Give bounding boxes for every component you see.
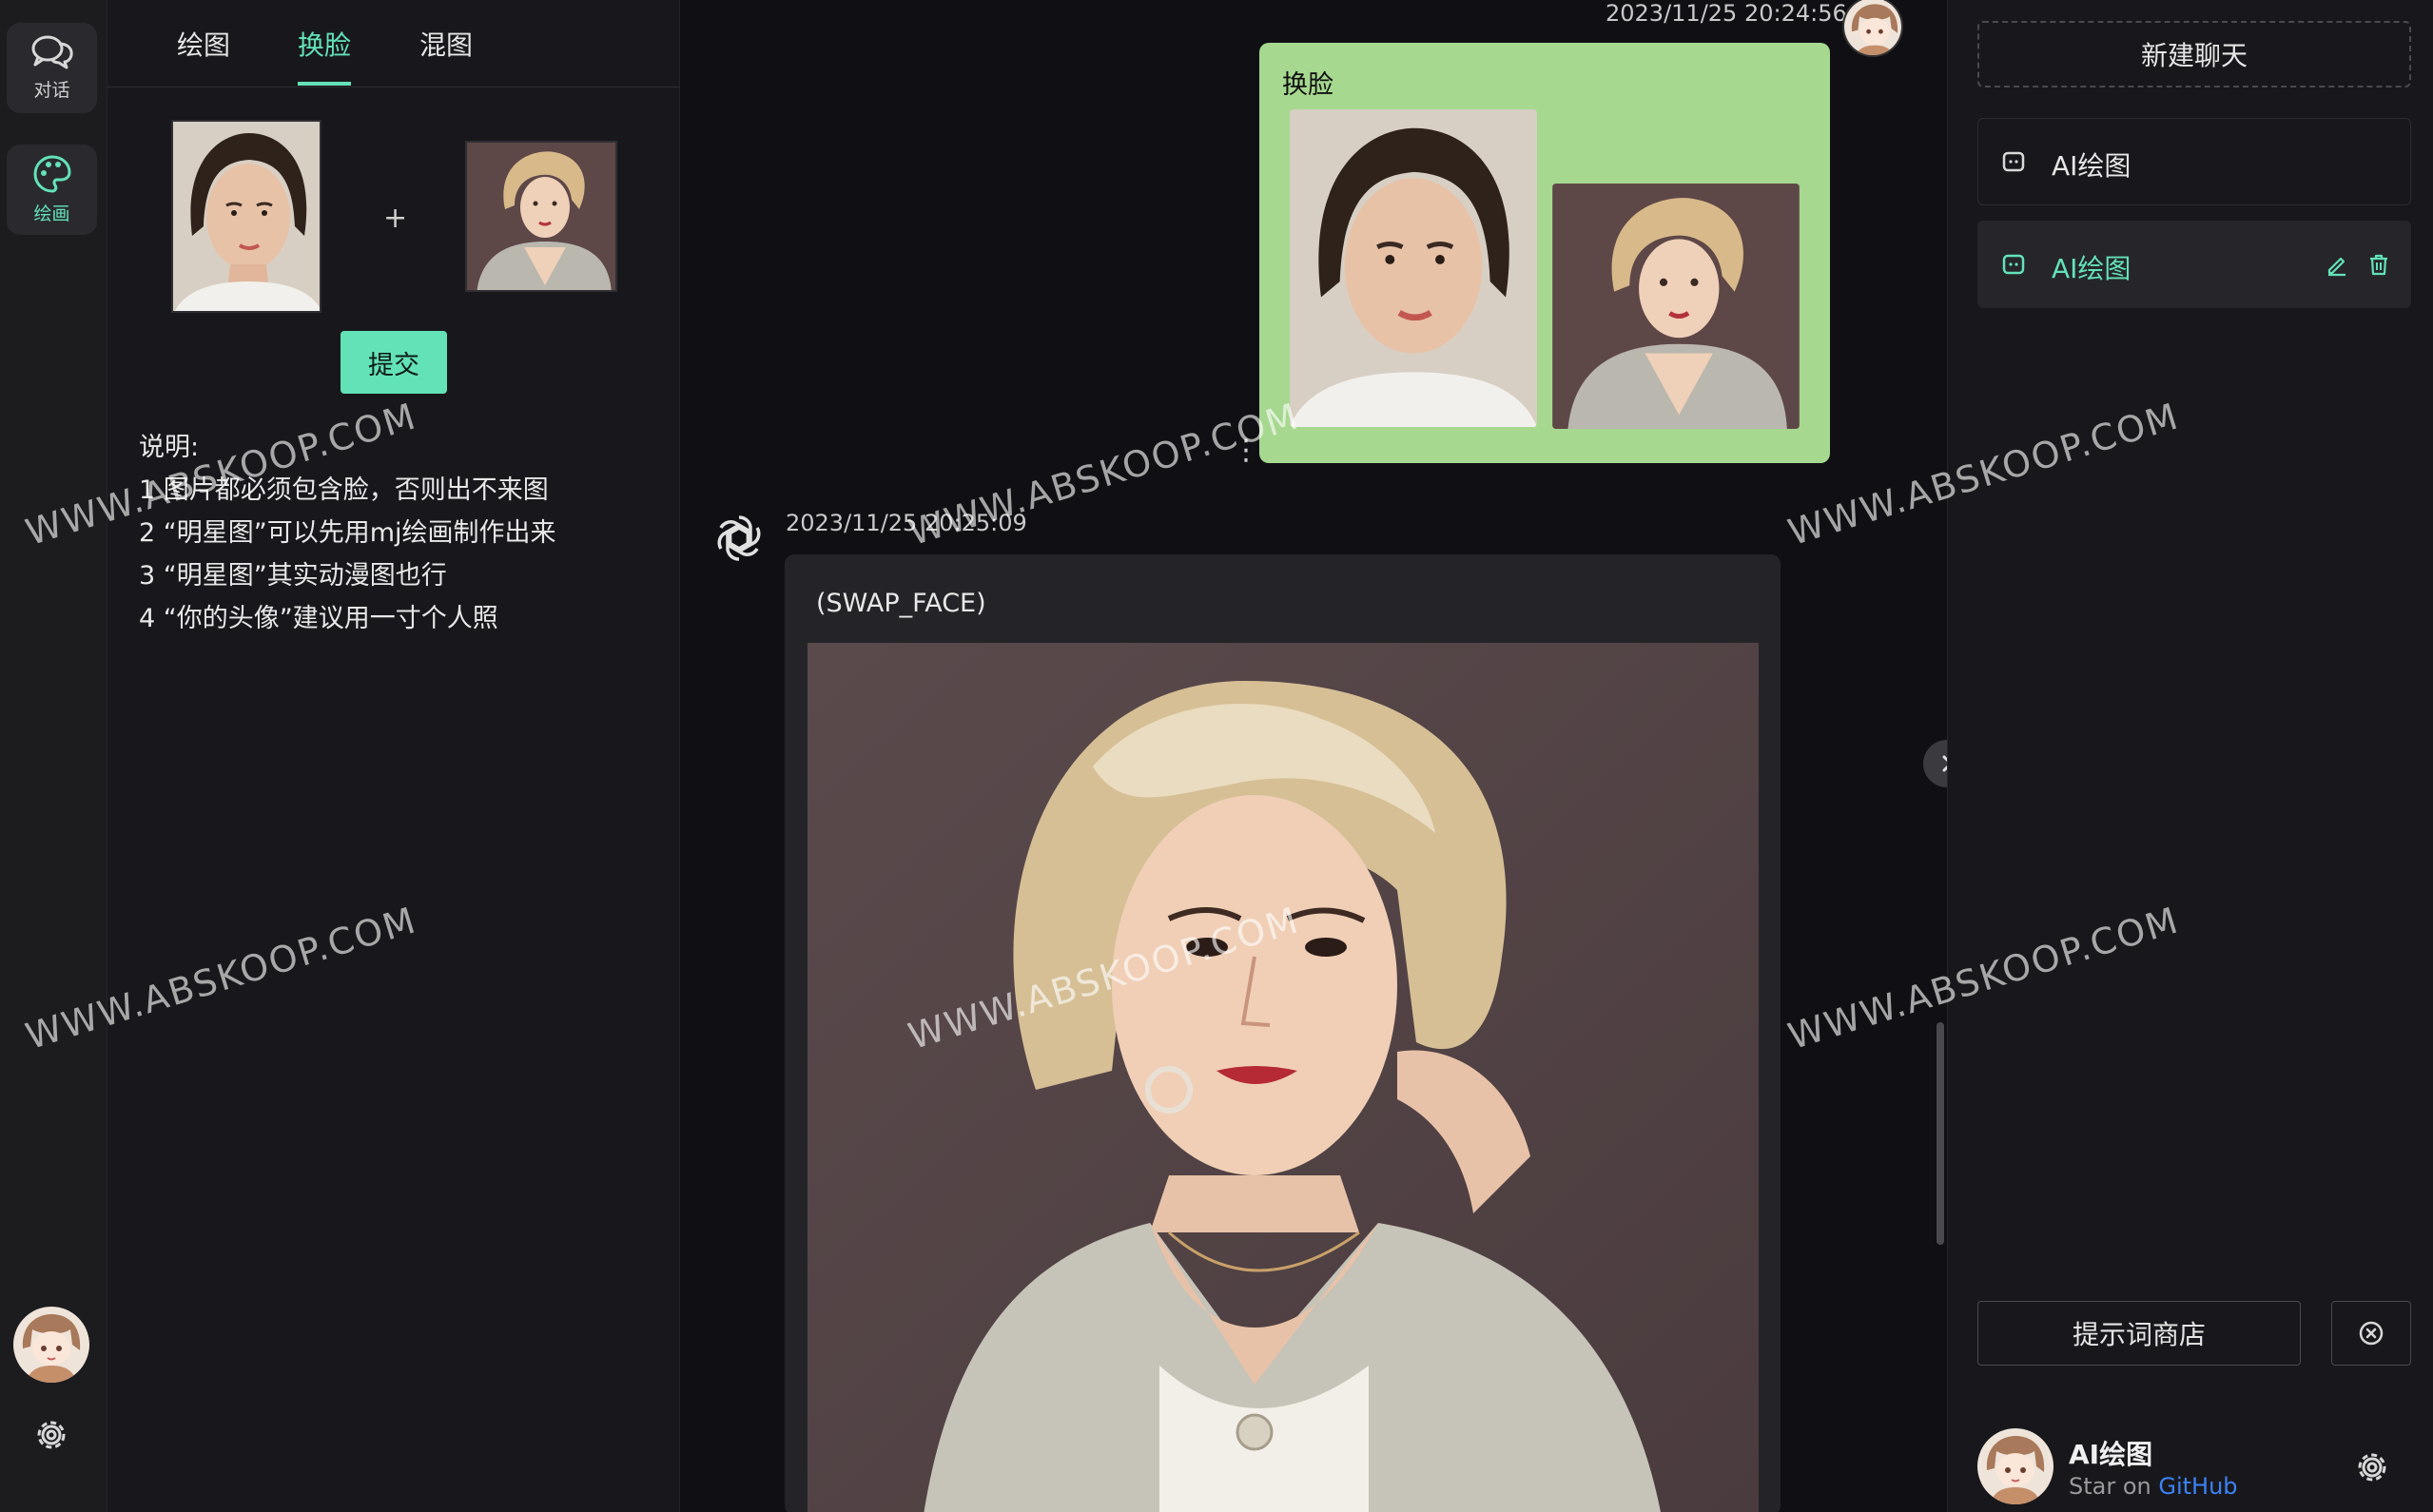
user-message-celebrity-photo[interactable] [1552,184,1800,429]
rail-settings-button[interactable] [33,1417,69,1457]
chat-bubbles-icon [31,35,73,69]
more-options-icon[interactable]: ⋮ [1232,434,1260,467]
tab-face-swap[interactable]: 换脸 [298,25,352,86]
chat-icon [2002,151,2025,172]
your-photo-upload[interactable] [171,120,321,313]
chat-area: 2023/11/25 20:24:56 换脸 ⋮ 2023/11/25 20:2… [680,0,1971,1512]
github-link[interactable]: GitHub [2158,1473,2237,1500]
user-message-text: 换脸 [1282,70,1333,100]
tab-draw[interactable]: 绘图 [177,25,230,82]
rail-chat-button[interactable]: 对话 [7,23,97,113]
palette-icon [32,155,71,193]
bot-message-bubble: (SWAP_FACE) [785,554,1781,1512]
conversation-item[interactable]: AI绘图 [1977,118,2411,205]
clear-button[interactable] [2331,1301,2411,1366]
conversation-sidebar: 新建聊天 AI绘图 AI绘图 提示词商店 AI绘图 Star on GitHub [1947,0,2433,1512]
profile-avatar [1977,1428,2053,1504]
gear-icon [37,1421,66,1449]
user-avatar [1842,0,1903,57]
chat-scrollbar[interactable] [1937,1022,1944,1245]
celebrity-photo-upload[interactable] [465,141,617,292]
tab-blend[interactable]: 混图 [419,25,473,82]
instruction-line: 3 “明星图”其实动漫图也行 [139,561,447,591]
instructions: 说明: 1 图片都必须包含脸，否则出不来图 2 “明星图”可以先用mj绘画制作出… [139,426,556,640]
submit-button[interactable]: 提交 [341,331,447,394]
celebrity-photo-image [467,143,615,290]
instruction-line: 2 “明星图”可以先用mj绘画制作出来 [139,518,556,548]
openai-logo-icon [717,515,761,561]
profile-subtitle: Star on GitHub [2069,1473,2238,1500]
left-rail: 对话 绘画 [0,0,107,1512]
sidebar-settings-button[interactable] [2354,1449,2390,1489]
instruction-line: 4 “你的头像”建议用一寸个人照 [139,604,498,633]
conversation-label: AI绘图 [2052,253,2131,284]
rail-draw-label: 绘画 [33,204,70,224]
conversation-item-active[interactable]: AI绘图 [1977,221,2411,308]
trash-icon[interactable] [2366,252,2391,277]
rail-user-avatar[interactable] [13,1307,89,1383]
profile-subtitle-prefix: Star on [2069,1473,2159,1500]
draw-panel: 绘图 换脸 混图 + 提交 说明: 1 图片都必须包含脸，否则出不来图 2 “明… [107,0,680,1512]
user-message-photo[interactable] [1290,109,1537,427]
bot-message-timestamp: 2023/11/25 20:25:09 [786,510,1027,536]
user-message-timestamp: 2023/11/25 20:24:56 [1606,0,1847,27]
rail-draw-button[interactable]: 绘画 [7,145,97,235]
conversation-label: AI绘图 [2052,150,2131,182]
gear-icon [2358,1453,2386,1482]
rail-chat-label: 对话 [33,80,70,101]
prompt-store-button[interactable]: 提示词商店 [1977,1301,2301,1366]
instructions-title: 说明: [139,433,200,462]
profile-name: AI绘图 [2069,1439,2153,1470]
swap-face-result-image[interactable] [808,643,1759,1512]
bot-avatar [710,510,768,571]
chat-icon [2002,254,2025,275]
draw-tabs: 绘图 换脸 混图 [107,0,680,87]
user-message-bubble: 换脸 [1259,43,1830,463]
edit-icon[interactable] [2325,252,2349,277]
close-circle-icon [2359,1321,2384,1346]
instruction-line: 1 图片都必须包含脸，否则出不来图 [139,475,549,505]
plus-sign: + [383,202,408,235]
new-chat-button[interactable]: 新建聊天 [1977,21,2411,87]
bot-message-text: (SWAP_FACE) [816,589,986,618]
your-photo-image [173,122,320,311]
